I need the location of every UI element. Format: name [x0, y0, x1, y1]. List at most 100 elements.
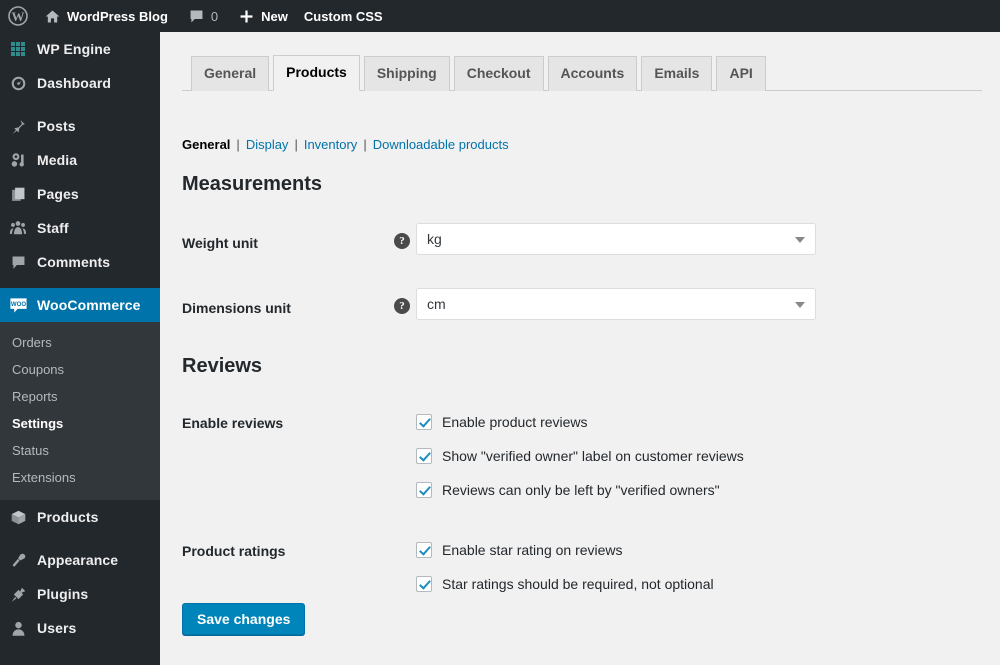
- sidebar-separator-2: [0, 279, 160, 288]
- settings-subtab-bar: General | Display | Inventory | Download…: [182, 137, 509, 152]
- custom-css-menu[interactable]: Custom CSS: [296, 0, 391, 32]
- svg-text:W: W: [12, 9, 25, 24]
- weight-unit-select[interactable]: kg: [416, 223, 816, 255]
- new-label: New: [261, 8, 288, 24]
- sidebar-subitem-coupons[interactable]: Coupons: [0, 356, 160, 383]
- checkbox-enable-product-reviews[interactable]: Enable product reviews: [416, 405, 744, 439]
- subtab-separator: |: [363, 137, 367, 152]
- help-circle-icon[interactable]: ?: [394, 233, 410, 249]
- comment-bubble-icon: [8, 252, 28, 272]
- sidebar-item-plugins[interactable]: Plugins: [0, 577, 160, 611]
- sidebar-item-posts[interactable]: Posts: [0, 109, 160, 143]
- home-icon: [44, 8, 61, 25]
- product-ratings-checkbox-list: Enable star rating on reviews Star ratin…: [416, 533, 714, 601]
- section-heading-reviews: Reviews: [182, 355, 263, 377]
- user-icon: [8, 618, 28, 638]
- plus-icon: [238, 8, 255, 25]
- subtab-inventory[interactable]: Inventory: [304, 137, 357, 152]
- comments-menu[interactable]: 0: [180, 0, 226, 32]
- site-name-menu[interactable]: WordPress Blog: [36, 0, 176, 32]
- sidebar-subitem-orders[interactable]: Orders: [0, 329, 160, 356]
- sidebar-separator-3: [0, 534, 160, 543]
- tab-products[interactable]: Products: [273, 55, 360, 91]
- weight-unit-value: kg: [427, 231, 442, 247]
- admin-bar: W WordPress Blog 0 New Custom CSS: [0, 0, 1000, 32]
- checkbox-checked-icon[interactable]: [416, 448, 432, 464]
- grid-squares-icon: [8, 39, 28, 59]
- comment-bubble-icon: [188, 8, 205, 25]
- sidebar-item-pages[interactable]: Pages: [0, 177, 160, 211]
- new-content-menu[interactable]: New: [230, 0, 296, 32]
- checkbox-checked-icon[interactable]: [416, 542, 432, 558]
- tab-api[interactable]: API: [716, 56, 766, 91]
- dimensions-unit-select[interactable]: cm: [416, 288, 816, 320]
- sidebar-item-label: Comments: [37, 254, 111, 270]
- checkbox-label: Enable star rating on reviews: [442, 542, 623, 558]
- checkbox-checked-icon[interactable]: [416, 576, 432, 592]
- sidebar-subitem-extensions[interactable]: Extensions: [0, 464, 160, 491]
- gauge-icon: [8, 73, 28, 93]
- sidebar-item-dashboard[interactable]: Dashboard: [0, 66, 160, 100]
- checkbox-show-verified-owner-label[interactable]: Show "verified owner" label on customer …: [416, 439, 744, 473]
- product-ratings-label: Product ratings: [182, 543, 286, 559]
- settings-tab-bar: General Products Shipping Checkout Accou…: [182, 55, 982, 91]
- sidebar-item-label: Products: [37, 509, 99, 525]
- sidebar-item-media[interactable]: Media: [0, 143, 160, 177]
- checkbox-enable-star-rating[interactable]: Enable star rating on reviews: [416, 533, 714, 567]
- tab-emails[interactable]: Emails: [641, 56, 713, 91]
- save-changes-button[interactable]: Save changes: [182, 603, 306, 635]
- sidebar-item-woocommerce[interactable]: WOO WooCommerce: [0, 288, 168, 322]
- sidebar-item-label: WP Engine: [37, 41, 111, 57]
- wordpress-logo-menu[interactable]: W: [0, 0, 36, 32]
- sidebar-item-label: Media: [37, 152, 78, 168]
- subtab-display[interactable]: Display: [246, 137, 289, 152]
- sidebar-item-comments[interactable]: Comments: [0, 245, 160, 279]
- subtab-general[interactable]: General: [182, 137, 230, 152]
- sidebar-item-label: Appearance: [37, 552, 119, 568]
- admin-sidebar-menu: WP Engine Dashboard Posts Media Pages St…: [0, 32, 168, 665]
- enable-reviews-label: Enable reviews: [182, 415, 284, 431]
- checkbox-star-ratings-required[interactable]: Star ratings should be required, not opt…: [416, 567, 714, 601]
- sidebar-item-appearance[interactable]: Appearance: [0, 543, 160, 577]
- help-circle-icon[interactable]: ?: [394, 298, 410, 314]
- custom-css-label: Custom CSS: [303, 8, 383, 24]
- checkbox-label: Enable product reviews: [442, 414, 588, 430]
- svg-text:WOO: WOO: [10, 301, 25, 308]
- site-name-label: WordPress Blog: [67, 8, 168, 24]
- subtab-downloadable-products[interactable]: Downloadable products: [373, 137, 509, 152]
- tab-checkout[interactable]: Checkout: [453, 56, 544, 91]
- sidebar-item-label: WooCommerce: [37, 297, 141, 313]
- sidebar-item-staff[interactable]: Staff: [0, 211, 160, 245]
- settings-content-area: General Products Shipping Checkout Accou…: [160, 32, 1000, 665]
- comments-count: 0: [210, 8, 219, 24]
- sidebar-item-wp-engine[interactable]: WP Engine: [0, 32, 160, 66]
- paintbrush-icon: [8, 550, 28, 570]
- tab-general[interactable]: General: [191, 56, 270, 91]
- wordpress-logo-icon: W: [8, 6, 28, 26]
- media-icon: [8, 150, 28, 170]
- sidebar-subitem-settings[interactable]: Settings: [0, 410, 160, 437]
- checkbox-label: Reviews can only be left by "verified ow…: [442, 482, 720, 498]
- tab-shipping[interactable]: Shipping: [363, 56, 450, 91]
- sidebar-item-products[interactable]: Products: [0, 500, 160, 534]
- sidebar-subitem-reports[interactable]: Reports: [0, 383, 160, 410]
- pages-icon: [8, 184, 28, 204]
- tab-accounts[interactable]: Accounts: [547, 56, 638, 91]
- sidebar-separator-1: [0, 100, 160, 109]
- woocommerce-submenu: Orders Coupons Reports Settings Status E…: [0, 322, 160, 500]
- checkbox-checked-icon[interactable]: [416, 482, 432, 498]
- section-heading-measurements: Measurements: [182, 173, 323, 195]
- pushpin-icon: [8, 116, 28, 136]
- enable-reviews-checkbox-list: Enable product reviews Show "verified ow…: [416, 405, 744, 507]
- sidebar-subitem-status[interactable]: Status: [0, 437, 160, 464]
- subtab-separator: |: [236, 137, 240, 152]
- sidebar-item-label: Staff: [37, 220, 69, 236]
- sidebar-item-users[interactable]: Users: [0, 611, 160, 645]
- box-icon: [8, 507, 28, 527]
- woocommerce-logo-icon: WOO: [8, 295, 28, 315]
- checkbox-checked-icon[interactable]: [416, 414, 432, 430]
- chevron-down-icon: [795, 237, 805, 243]
- checkbox-label: Show "verified owner" label on customer …: [442, 448, 744, 464]
- sidebar-item-label: Dashboard: [37, 75, 112, 91]
- checkbox-reviews-verified-owners-only[interactable]: Reviews can only be left by "verified ow…: [416, 473, 744, 507]
